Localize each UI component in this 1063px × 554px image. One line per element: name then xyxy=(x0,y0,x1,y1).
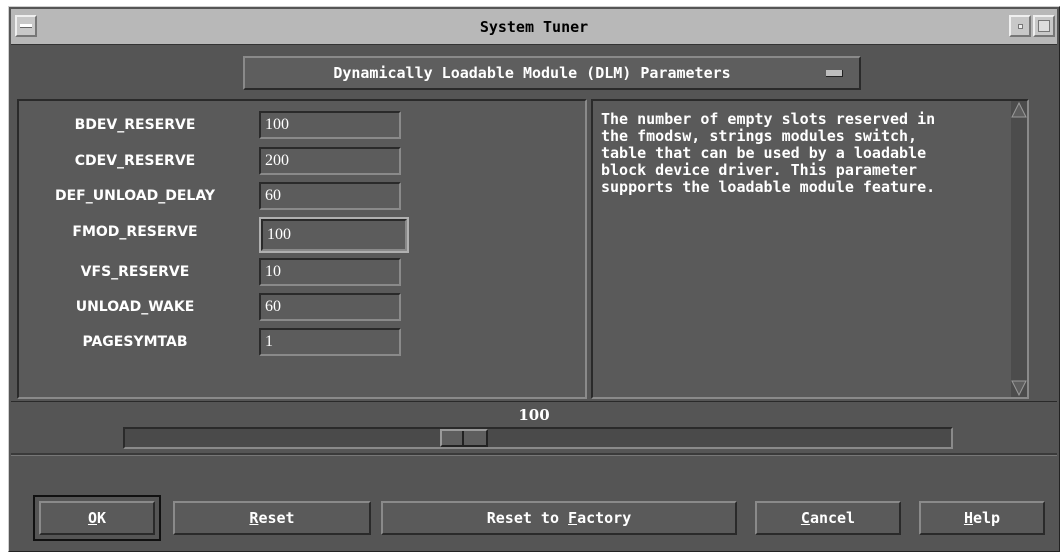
description-panel: The number of empty slots reserved in th… xyxy=(591,99,1029,399)
option-menu-indicator-icon xyxy=(826,70,843,77)
parameter-description: The number of empty slots reserved in th… xyxy=(601,110,936,196)
parameter-row: UNLOAD_WAKE 60 xyxy=(19,293,579,321)
value-slider[interactable] xyxy=(123,427,953,449)
help-mnemonic: H xyxy=(963,509,973,527)
reset-factory-label-pre: Reset to xyxy=(486,509,569,527)
parameter-row: PAGESYMTAB 1 xyxy=(19,328,579,356)
system-tuner-window: System Tuner Dynamically Loadable Module… xyxy=(8,6,1060,552)
parameter-label: UNLOAD_WAKE xyxy=(75,299,195,315)
reset-label-post: eset xyxy=(258,509,295,527)
parameter-value-field[interactable]: 100 xyxy=(259,111,401,139)
category-option-menu[interactable]: Dynamically Loadable Module (DLM) Parame… xyxy=(243,56,861,90)
parameter-value-field[interactable]: 10 xyxy=(259,258,401,286)
scrollbar-arrows xyxy=(1011,101,1027,397)
parameter-row: DEF_UNLOAD_DELAY 60 xyxy=(19,182,579,210)
scroll-down-arrow-icon xyxy=(1011,380,1027,397)
parameter-list-panel: BDEV_RESERVE 100 CDEV_RESERVE 200 DEF_UN… xyxy=(17,99,587,399)
parameter-label: VFS_RESERVE xyxy=(80,264,190,280)
parameter-value-field[interactable]: 60 xyxy=(259,293,401,321)
slider-thumb[interactable] xyxy=(440,429,488,447)
reset-to-factory-button[interactable]: Reset to Factory xyxy=(381,501,737,535)
slider-value: 100 xyxy=(518,406,550,424)
parameter-label: FMOD_RESERVE xyxy=(72,224,198,240)
parameter-row: VFS_RESERVE 10 xyxy=(19,258,579,286)
ok-button[interactable]: OK xyxy=(39,501,155,535)
help-button[interactable]: Help xyxy=(919,501,1045,535)
button-separator xyxy=(11,453,1057,456)
reset-factory-mnemonic: F xyxy=(568,509,578,527)
parameter-value-field[interactable]: 1 xyxy=(259,328,401,356)
category-option-label: Dynamically Loadable Module (DLM) Parame… xyxy=(333,64,731,82)
cancel-mnemonic: C xyxy=(800,509,810,527)
reset-button[interactable]: Reset xyxy=(173,501,371,535)
maximize-icon xyxy=(1038,20,1050,32)
parameter-label: PAGESYMTAB xyxy=(82,334,188,350)
cancel-button[interactable]: Cancel xyxy=(755,501,901,535)
help-label-post: elp xyxy=(972,509,1001,527)
minimize-button[interactable] xyxy=(1009,15,1031,37)
parameter-row: FMOD_RESERVE 100 xyxy=(19,217,579,253)
description-scrollbar[interactable] xyxy=(1011,101,1027,397)
parameter-label: DEF_UNLOAD_DELAY xyxy=(55,188,215,204)
scroll-up-arrow-icon xyxy=(1011,101,1027,118)
title-bar[interactable]: System Tuner xyxy=(11,9,1057,45)
ok-mnemonic: O xyxy=(87,509,97,527)
maximize-button[interactable] xyxy=(1033,15,1055,37)
reset-factory-label-post: actory xyxy=(577,509,632,527)
parameter-label: BDEV_RESERVE xyxy=(74,117,196,133)
ok-label-post: K xyxy=(97,509,107,527)
cancel-label-post: ancel xyxy=(809,509,856,527)
parameter-row: BDEV_RESERVE 100 xyxy=(19,111,579,139)
minimize-icon xyxy=(1018,24,1023,29)
window-title: System Tuner xyxy=(479,18,589,36)
parameter-label: CDEV_RESERVE xyxy=(74,153,196,169)
parameter-value-field-focused[interactable]: 100 xyxy=(259,217,409,253)
parameter-row: CDEV_RESERVE 200 xyxy=(19,147,579,175)
value-slider-area: 100 xyxy=(11,401,1057,452)
parameter-value-field[interactable]: 200 xyxy=(259,147,401,175)
parameter-value-field[interactable]: 60 xyxy=(259,182,401,210)
